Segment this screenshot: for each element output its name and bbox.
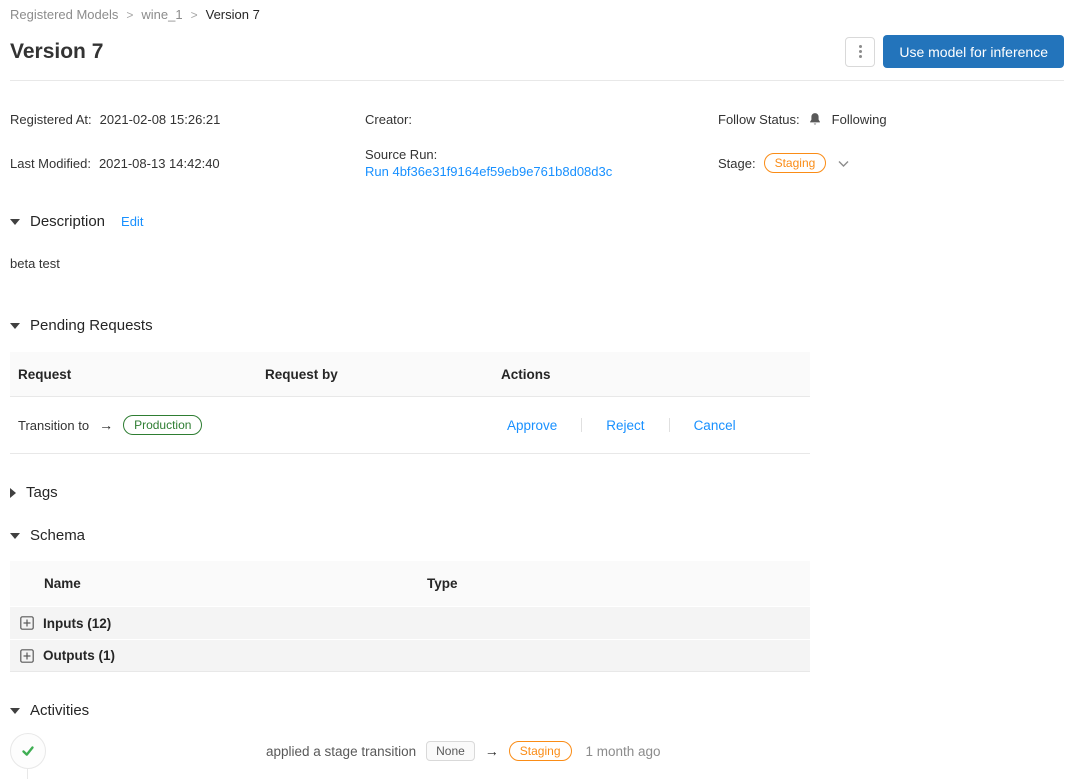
actions-cell: Approve Reject Cancel xyxy=(493,418,810,433)
collapse-caret-icon[interactable] xyxy=(10,218,20,225)
schema-title: Schema xyxy=(30,527,86,544)
expand-plus-icon[interactable] xyxy=(20,616,34,630)
model-version-page: Registered Models > wine_1 > Version 7 V… xyxy=(0,0,1074,781)
more-actions-button[interactable] xyxy=(845,36,876,67)
schema-table: Name Type Inputs (12) Outputs (1) xyxy=(10,561,810,672)
schema-section: Schema Name Type Inputs (12) Outputs (1) xyxy=(10,527,1064,672)
follow-status-value[interactable]: Following xyxy=(832,112,887,127)
chevron-down-icon[interactable] xyxy=(838,159,849,168)
creator-label: Creator: xyxy=(365,111,412,127)
stage-label: Stage: xyxy=(718,155,756,171)
column-header-type: Type xyxy=(427,576,458,591)
tags-header[interactable]: Tags xyxy=(10,484,1064,501)
registered-at-label: Registered At: xyxy=(10,111,92,127)
stage-badge[interactable]: Staging xyxy=(763,153,827,173)
follow-status-field: Follow Status: Following xyxy=(718,109,1064,129)
breadcrumb: Registered Models > wine_1 > Version 7 xyxy=(10,0,1064,22)
column-header-request: Request xyxy=(18,366,72,382)
pending-requests-table: Request Request by Actions Transition to… xyxy=(10,352,810,454)
schema-inputs-row[interactable]: Inputs (12) xyxy=(10,606,810,639)
schema-table-header: Name Type xyxy=(10,561,810,606)
activities-header[interactable]: Activities xyxy=(10,702,1064,719)
activity-body: applied a stage transition None → Stagin… xyxy=(266,741,661,761)
target-stage-badge: Production xyxy=(123,415,203,435)
breadcrumb-separator: > xyxy=(190,7,198,22)
request-text: Transition to xyxy=(18,417,90,433)
action-separator xyxy=(581,418,583,432)
activities-section: Activities applied a stage transition No… xyxy=(10,702,1064,779)
breadcrumb-version: Version 7 xyxy=(205,7,260,22)
breadcrumb-model-name[interactable]: wine_1 xyxy=(141,7,182,22)
header-actions: Use model for inference xyxy=(845,35,1064,68)
last-modified-label: Last Modified: xyxy=(10,155,91,171)
pending-requests-header[interactable]: Pending Requests xyxy=(10,317,1064,334)
description-title: Description xyxy=(30,213,106,230)
activities-title: Activities xyxy=(30,702,90,719)
pending-requests-table-header: Request Request by Actions xyxy=(10,352,810,397)
pending-requests-title: Pending Requests xyxy=(30,317,153,334)
collapse-caret-icon[interactable] xyxy=(10,532,20,539)
source-run-label: Source Run: xyxy=(365,147,438,162)
stage-field: Stage: Staging xyxy=(718,147,1064,179)
collapse-caret-icon[interactable] xyxy=(10,322,20,329)
creator-field: Creator: xyxy=(365,109,718,129)
breadcrumb-registered-models[interactable]: Registered Models xyxy=(10,7,118,22)
metadata-grid: Registered At: 2021-02-08 15:26:21 Creat… xyxy=(10,81,1064,180)
tags-section: Tags xyxy=(10,484,1064,501)
page-title: Version 7 xyxy=(10,39,104,63)
reject-link[interactable]: Reject xyxy=(606,418,644,433)
column-header-request-by: Request by xyxy=(265,366,338,382)
source-run-link[interactable]: Run 4bf36e31f9164ef59eb9e761b8d08d3c xyxy=(365,164,718,179)
activity-timestamp: 1 month ago xyxy=(585,743,661,759)
schema-inputs-label: Inputs (12) xyxy=(43,615,112,631)
action-separator xyxy=(668,418,670,432)
column-header-name: Name xyxy=(44,576,81,591)
approve-link[interactable]: Approve xyxy=(507,418,557,433)
collapsed-caret-icon[interactable] xyxy=(10,487,16,498)
tags-title: Tags xyxy=(26,484,58,501)
activity-item: applied a stage transition None → Stagin… xyxy=(10,733,1064,779)
edit-description-link[interactable]: Edit xyxy=(121,214,143,229)
schema-outputs-label: Outputs (1) xyxy=(43,648,115,663)
table-row: Transition to → Production Approve Rejec… xyxy=(10,397,810,454)
request-cell: Transition to → Production xyxy=(10,415,257,435)
source-run-field: Source Run: Run 4bf36e31f9164ef59eb9e761… xyxy=(365,147,718,179)
pending-requests-section: Pending Requests Request Request by Acti… xyxy=(10,317,1064,454)
schema-header[interactable]: Schema xyxy=(10,527,1064,544)
activity-text: applied a stage transition xyxy=(266,743,417,759)
page-header: Version 7 Use model for inference xyxy=(10,35,1064,68)
description-content: beta test xyxy=(10,256,60,271)
registered-at-value: 2021-02-08 15:26:21 xyxy=(99,111,221,127)
kebab-menu-icon xyxy=(858,45,862,58)
column-header-actions: Actions xyxy=(501,366,551,382)
breadcrumb-separator: > xyxy=(126,7,134,22)
follow-status-label: Follow Status: xyxy=(718,111,800,127)
bell-icon xyxy=(808,112,822,127)
description-section: Description Edit beta test xyxy=(10,213,1064,271)
timeline-line xyxy=(27,769,28,779)
use-model-for-inference-button[interactable]: Use model for inference xyxy=(883,35,1064,68)
expand-plus-icon[interactable] xyxy=(20,648,34,663)
last-modified-value: 2021-08-13 14:42:40 xyxy=(98,155,220,171)
check-circle-icon xyxy=(10,733,46,769)
cancel-link[interactable]: Cancel xyxy=(694,418,736,433)
last-modified-field: Last Modified: 2021-08-13 14:42:40 xyxy=(10,147,365,179)
arrow-right-icon: → xyxy=(484,743,499,759)
schema-outputs-row[interactable]: Outputs (1) xyxy=(10,639,810,672)
description-header[interactable]: Description Edit xyxy=(10,213,1064,230)
registered-at-field: Registered At: 2021-02-08 15:26:21 xyxy=(10,109,365,129)
collapse-caret-icon[interactable] xyxy=(10,707,20,714)
arrow-right-icon: → xyxy=(99,417,114,433)
from-stage-badge: None xyxy=(426,741,475,761)
to-stage-badge: Staging xyxy=(508,741,572,761)
